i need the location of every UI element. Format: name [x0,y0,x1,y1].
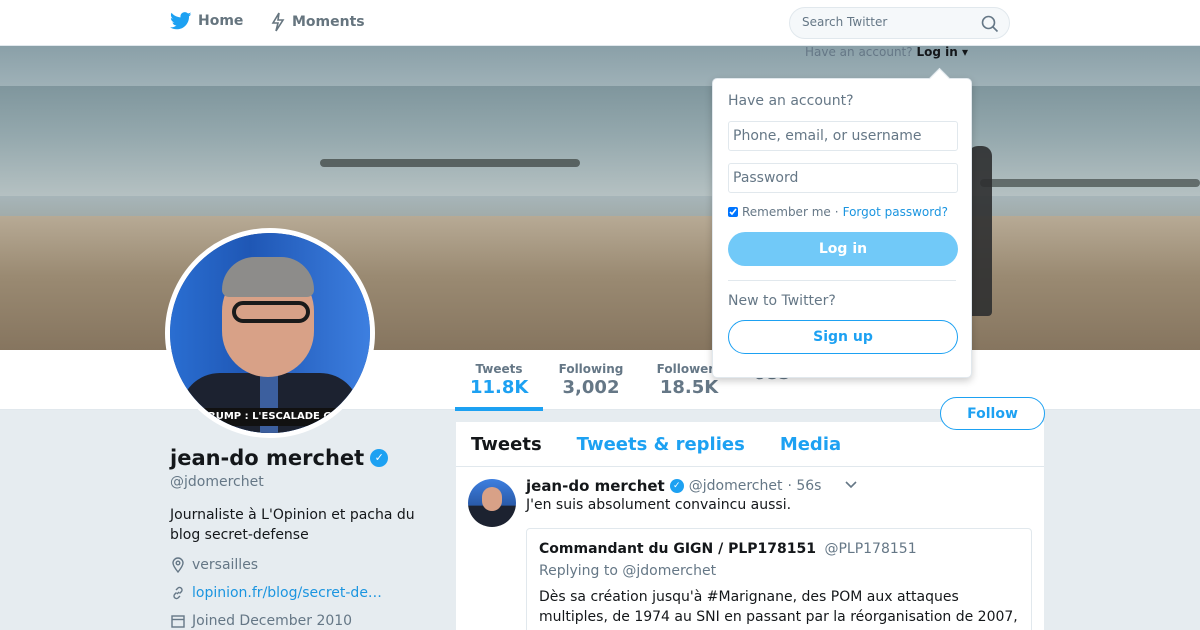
caret-down-icon: ▾ [961,45,968,59]
tab-tweets[interactable]: Tweets [471,434,542,455]
login-hint-prefix: Have an account? [805,45,913,59]
calendar-icon [171,615,185,628]
follow-button[interactable]: Follow [940,397,1045,430]
quoted-tweet[interactable]: Commandant du GIGN / PLP178151 @PLP17815… [526,528,1032,630]
login-button[interactable]: Log in [728,232,958,266]
stat-value: 3,002 [562,377,620,398]
stat-label: Tweets [475,362,523,376]
profile-location: versailles [170,557,258,573]
nav-home[interactable]: Home [170,12,243,30]
stat-label: Following [558,362,624,376]
login-hint: Have an account? Log in ▾ [805,45,968,59]
remember-row: Remember me · Forgot password? [728,205,956,219]
tweet-timestamp[interactable]: · 56s [787,478,821,494]
tab-tweets-replies[interactable]: Tweets & replies [577,434,745,455]
profile-joined: Joined December 2010 [170,613,352,629]
login-dropdown-title: Have an account? [728,93,854,109]
joined-text: Joined December 2010 [192,613,353,629]
profile-url-link[interactable]: lopinion.fr/blog/secret-de… [192,585,382,601]
stat-value: 18.5K [659,377,719,398]
login-dropdown: Have an account? Remember me · Forgot pa… [712,78,972,378]
profile-bio: Journaliste à L'Opinion et pacha du blog… [170,507,415,543]
chevron-down-icon[interactable] [844,478,858,494]
nav-moments-label: Moments [292,14,365,30]
verified-badge-icon: ✓ [370,449,389,467]
timeline: Tweets Tweets & replies Media jean-do me… [456,422,1044,630]
location-text: versailles [192,557,259,573]
tweet-text: J'en suis absolument convaincu aussi. [526,497,792,513]
tweet-author-handle[interactable]: @jdomerchet [689,478,783,494]
username-field[interactable] [728,121,958,151]
quote-reply-context: Replying to @jdomerchet [539,563,717,579]
nav-moments[interactable]: Moments [270,12,365,32]
profile-handle[interactable]: @jdomerchet [170,474,264,490]
nav-home-label: Home [198,13,244,29]
search-icon[interactable] [981,15,999,37]
stat-value: 11.8K [470,377,529,398]
quote-text: Dès sa création jusqu'à #Marignane, des … [539,589,1018,625]
search-input[interactable] [802,15,972,29]
verified-badge-icon: ✓ [669,479,684,493]
signup-button[interactable]: Sign up [728,320,958,354]
login-dropdown-toggle[interactable]: Log in ▾ [916,45,968,59]
avatar-ticker-text: RUMP : L'ESCALADE GUE [170,408,370,426]
stat-following[interactable]: Following 3,002 [558,362,624,398]
tweet-author-name[interactable]: jean-do merchet [526,477,665,495]
forgot-password-link[interactable]: Forgot password? [843,205,948,219]
profile-avatar[interactable]: RUMP : L'ESCALADE GUE [165,228,375,438]
tweet[interactable]: jean-do merchet ✓ @jdomerchet · 56s J'en… [456,467,1044,630]
tweet-header: jean-do merchet ✓ @jdomerchet · 56s [526,477,858,495]
top-navigation: Home Moments [0,0,1200,46]
stat-tweets[interactable]: Tweets 11.8K [455,362,543,411]
link-icon [173,586,183,600]
remember-me-label[interactable]: Remember me [742,205,831,219]
search-box [789,7,1010,39]
quote-author-name: Commandant du GIGN / PLP178151 [539,541,817,557]
profile-name[interactable]: jean-do merchet ✓ [170,446,389,470]
tab-media[interactable]: Media [780,434,841,455]
profile-url[interactable]: lopinion.fr/blog/secret-de… [170,585,382,601]
location-pin-icon [172,557,184,573]
divider [728,280,956,281]
remember-me-checkbox[interactable] [728,207,738,217]
new-to-twitter-label: New to Twitter? [728,293,836,309]
tweet-avatar[interactable] [468,479,516,527]
quote-author-handle: @PLP178151 [824,541,917,557]
password-field[interactable] [728,163,958,193]
lightning-icon [271,12,285,32]
profile-name-text: jean-do merchet [170,446,365,470]
twitter-bird-icon [170,12,192,30]
separator-dot: · [834,205,839,219]
